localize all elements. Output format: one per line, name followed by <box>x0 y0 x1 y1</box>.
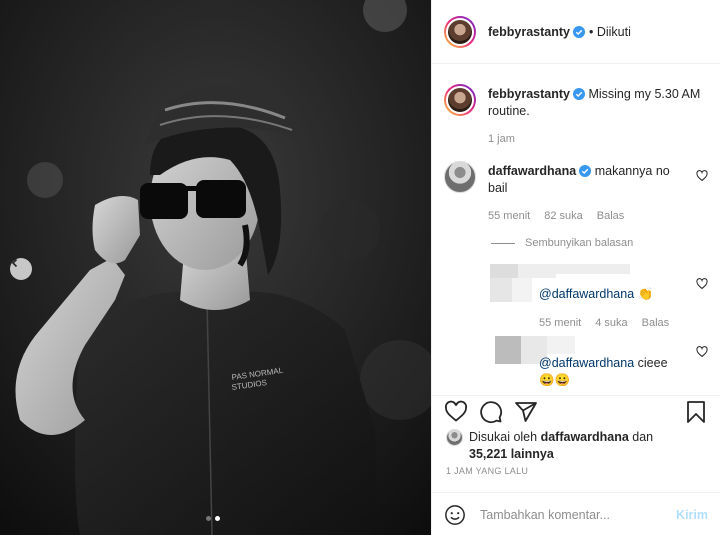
reply-button[interactable]: Balas <box>597 208 625 225</box>
carousel-dot-active <box>215 516 220 521</box>
liker-avatar[interactable] <box>446 429 463 446</box>
verified-icon <box>579 165 592 177</box>
reply-reply-button[interactable]: Balas <box>642 315 670 332</box>
liker-username[interactable]: daffawardhana <box>541 430 629 444</box>
commenter-avatar[interactable] <box>444 161 476 193</box>
post-time[interactable]: 1 JAM YANG LALU <box>446 466 528 476</box>
author-avatar[interactable] <box>444 15 476 48</box>
caption-time: 1 jam <box>488 133 515 145</box>
post-actions: Disukai oleh daffawardhana dan 35,221 la… <box>432 395 720 535</box>
post-side-panel: febbyrastanty • Diikuti febbyrastanty Mi… <box>431 0 720 535</box>
comment-input[interactable] <box>480 507 677 522</box>
comment-item: daffawardhana makannya no bail 55 menit … <box>444 161 712 225</box>
emoji-icon[interactable] <box>444 504 466 526</box>
reply-likes[interactable]: 4 suka <box>595 315 627 332</box>
post-photo: PAS NORMAL STUDIOS <box>0 0 431 535</box>
chevron-left-icon <box>11 258 18 268</box>
reply-content: @daffawardhana 👏 55 menit 4 suka Balas <box>539 286 669 332</box>
likes-others[interactable]: 35,221 lainnya <box>469 447 554 461</box>
comment-like-icon[interactable] <box>696 170 708 182</box>
comment-username[interactable]: daffawardhana <box>488 164 576 178</box>
author-username[interactable]: febbyrastanty <box>488 25 570 39</box>
carousel-dot <box>206 516 211 521</box>
verified-icon <box>572 25 585 38</box>
post-header: febbyrastanty • Diikuti <box>432 0 720 64</box>
caption: febbyrastanty Missing my 5.30 AM routine… <box>444 84 712 148</box>
share-icon[interactable] <box>514 400 538 424</box>
reply-like-icon[interactable] <box>696 346 708 358</box>
bookmark-icon[interactable] <box>684 400 708 424</box>
likes-suffix: dan <box>632 430 654 444</box>
comment-icon[interactable] <box>479 400 503 424</box>
hide-replies-button[interactable]: Sembunyikan balasan <box>491 237 633 249</box>
hide-replies-label: Sembunyikan balasan <box>525 237 634 249</box>
reply-text: cieee <box>637 356 668 370</box>
follow-status[interactable]: • Diikuti <box>589 25 631 39</box>
reply-like-icon[interactable] <box>696 278 708 290</box>
heart-icon[interactable] <box>444 400 468 424</box>
reply-time: 55 menit <box>539 317 582 329</box>
comments-section: febbyrastanty Missing my 5.30 AM routine… <box>432 64 720 395</box>
carousel-dots <box>206 516 220 521</box>
verified-icon <box>572 88 585 100</box>
photo-image: PAS NORMAL STUDIOS <box>0 0 431 535</box>
reply-content: @daffawardhana cieee 😀😀 <box>539 355 668 389</box>
reply-emoji: 😀😀 <box>539 373 571 387</box>
likes-summary: Disukai oleh daffawardhana dan 35,221 la… <box>446 429 653 463</box>
caption-username[interactable]: febbyrastanty <box>488 87 570 101</box>
previous-photo-button[interactable] <box>10 258 32 280</box>
comment-likes[interactable]: 82 suka <box>544 208 583 225</box>
caption-avatar[interactable] <box>444 84 476 116</box>
reply-mention[interactable]: @daffawardhana <box>539 287 634 301</box>
reply-text: 👏 <box>637 287 654 301</box>
post-comment-button[interactable]: Kirim <box>676 508 708 522</box>
add-comment-bar: Kirim <box>432 492 720 535</box>
reply-mention[interactable]: @daffawardhana <box>539 356 634 370</box>
likes-prefix: Disukai oleh <box>469 430 538 444</box>
comment-time: 55 menit <box>488 210 531 222</box>
